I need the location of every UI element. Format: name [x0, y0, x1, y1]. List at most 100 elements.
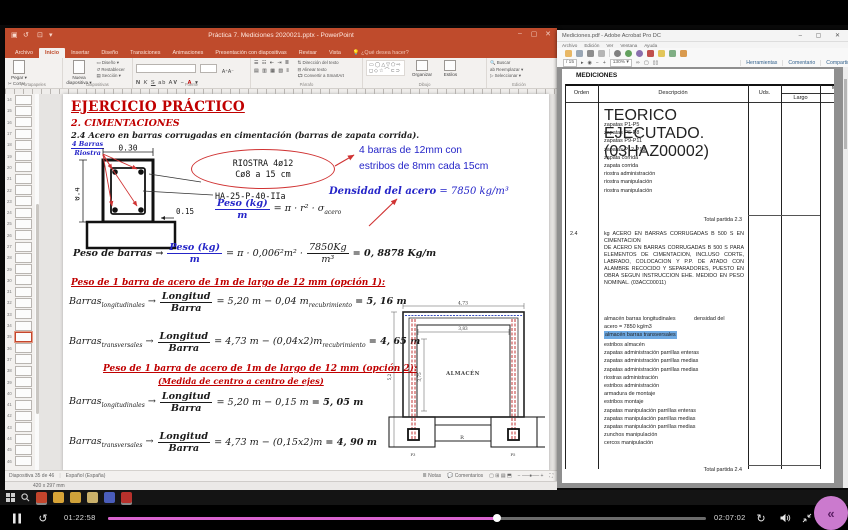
slide-thumbnail-21[interactable]: 21	[5, 173, 35, 184]
select-button[interactable]: ▷ Seleccionar ▾	[490, 73, 549, 80]
email-icon[interactable]	[598, 50, 605, 57]
align-buttons[interactable]: ▤ ▥ ▦ ▧ ⫴	[254, 68, 290, 74]
page-number-box[interactable]: / 15	[563, 59, 577, 67]
slide-thumbnail-24[interactable]: 24	[5, 207, 35, 218]
pause-button[interactable]	[8, 509, 26, 527]
tell-me-box[interactable]: 💡 ¿Qué desea hacer?	[347, 48, 415, 58]
slide-thumbnail-30[interactable]: 30	[5, 275, 35, 286]
zoom-out-icon[interactable]: −	[596, 60, 599, 66]
pdf-scrollbar[interactable]	[843, 67, 848, 488]
arrange-button[interactable]: Organizar	[409, 60, 435, 77]
pdf-viewport[interactable]: MEDICIONES Orden Descripción Uds. Largo …	[557, 67, 848, 488]
slide-thumbnail-40[interactable]: 40	[5, 388, 35, 399]
tab-inicio[interactable]: Inicio	[39, 48, 65, 58]
maximize-button[interactable]: ▢	[527, 30, 541, 38]
tab-archivo[interactable]: Archivo	[9, 48, 39, 58]
edit-pdf-icon[interactable]	[658, 50, 665, 57]
language-indicator[interactable]: Español (España)	[66, 473, 106, 479]
sign-icon[interactable]	[680, 50, 687, 57]
slide-thumbnail-25[interactable]: 25	[5, 218, 35, 229]
tab-presentación-con-diapositivas[interactable]: Presentación con diapositivas	[209, 48, 292, 58]
comment-icon[interactable]	[625, 50, 632, 57]
two-page-icon[interactable]: ▯▯	[653, 60, 659, 66]
fit-slide-icon[interactable]: ⛶	[549, 473, 553, 479]
taskbar-folder-2-icon[interactable]	[70, 492, 81, 503]
slide-thumbnail-39[interactable]: 39	[5, 376, 35, 387]
menu-ventana[interactable]: Ventana	[620, 43, 637, 48]
slide-thumbnail-37[interactable]: 37	[5, 354, 35, 365]
slide-thumbnail-29[interactable]: 29	[5, 263, 35, 274]
smartart-button[interactable]: ⮔ Convertir a SmartArt	[298, 73, 344, 80]
open-file-icon[interactable]	[565, 50, 572, 57]
panel-link-compartir[interactable]: Compartir	[820, 60, 848, 66]
slide-thumbnail-18[interactable]: 18	[5, 139, 35, 150]
view-buttons[interactable]: ▢ ⊞ ▤ ⬒	[489, 473, 512, 479]
slide-thumbnail-23[interactable]: 23	[5, 196, 35, 207]
slide-thumbnail-19[interactable]: 19	[5, 150, 35, 161]
slide-thumbnail-14[interactable]: 14	[5, 94, 35, 105]
slide-thumbnail-17[interactable]: 17	[5, 128, 35, 139]
acrobat-window-buttons[interactable]: – ▢ ✕	[799, 30, 846, 42]
menu-edición[interactable]: Edición	[584, 43, 599, 48]
tab-diseño[interactable]: Diseño	[95, 48, 124, 58]
zoom-slider[interactable]: − ──●── +	[518, 473, 544, 479]
side-panel-toggle-button[interactable]: «	[814, 496, 848, 530]
font-name-box[interactable]	[136, 64, 196, 73]
section-button[interactable]: ▤ Sección ▾	[96, 73, 124, 80]
rewind-button[interactable]: ↺	[34, 509, 52, 527]
seek-handle[interactable]	[493, 514, 501, 522]
powerpoint-titlebar[interactable]: ▣ ↺ ⊡ ▾ Práctica 7. Mediciones 2020021.p…	[5, 28, 557, 46]
tab-transiciones[interactable]: Transiciones	[124, 48, 166, 58]
slide-thumbnail-42[interactable]: 42	[5, 410, 35, 421]
slide-thumbnail-15[interactable]: 15	[5, 105, 35, 116]
slide-canvas[interactable]: EJERCICIO PRÁCTICO 2. CIMENTACIONES 2.4 …	[63, 94, 549, 471]
slide-thumbnail-38[interactable]: 38	[5, 365, 35, 376]
slide-thumbnail-41[interactable]: 41	[5, 399, 35, 410]
select-tool-icon[interactable]: ▸	[581, 60, 584, 66]
quick-styles-button[interactable]: Estilos	[439, 60, 461, 77]
menu-ayuda[interactable]: Ayuda	[644, 43, 657, 48]
shapes-gallery[interactable]: ▭◯△▽⬠⇨◻◇☆⌒⊂⊃	[366, 60, 405, 76]
slide-thumbnail-33[interactable]: 33	[5, 309, 35, 320]
slide-thumbnail-22[interactable]: 22	[5, 184, 35, 195]
print-icon[interactable]	[587, 50, 594, 57]
export-pdf-icon[interactable]	[647, 50, 654, 57]
volume-button[interactable]	[776, 509, 794, 527]
stamp-icon[interactable]	[614, 50, 621, 57]
create-pdf-icon[interactable]	[669, 50, 676, 57]
slide-thumbnail-34[interactable]: 34	[5, 320, 35, 331]
panel-link-comentario[interactable]: Comentario	[782, 60, 820, 66]
thumbnails-scrollbar[interactable]	[35, 94, 39, 470]
paste-button[interactable]: Pegar ▾	[8, 60, 30, 81]
highlight-icon[interactable]	[636, 50, 643, 57]
fit-width-icon[interactable]: ⬄	[636, 60, 640, 66]
taskbar-folder-1-icon[interactable]	[53, 492, 64, 503]
slide-thumbnail-31[interactable]: 31	[5, 286, 35, 297]
zoom-level-box[interactable]: 130% ▾	[610, 59, 632, 67]
taskbar-teams-icon[interactable]	[104, 492, 115, 503]
slide-thumbnail-43[interactable]: 43	[5, 422, 35, 433]
forward-button[interactable]: ↻	[752, 509, 770, 527]
slide-thumbnail-46[interactable]: 46	[5, 456, 35, 467]
seek-bar[interactable]	[108, 517, 706, 520]
grow-shrink-font-icon[interactable]: A⁺A⁻	[222, 69, 234, 75]
slide-thumbnail-32[interactable]: 32	[5, 297, 35, 308]
list-buttons[interactable]: ☰ ☷ ⇤ ⇥ ≣	[254, 60, 290, 66]
slide-thumbnail-20[interactable]: 20	[5, 162, 35, 173]
comments-button[interactable]: 💬 Comentarios	[447, 473, 483, 479]
menu-ver[interactable]: Ver	[606, 43, 613, 48]
taskbar-explorer-icon[interactable]	[87, 492, 98, 503]
tab-insertar[interactable]: Insertar	[65, 48, 95, 58]
taskbar-powerpoint-icon[interactable]	[36, 492, 47, 503]
font-size-box[interactable]	[200, 64, 217, 73]
zoom-in-icon[interactable]: +	[603, 60, 606, 66]
minimize-button[interactable]: –	[513, 30, 527, 37]
slide-thumbnail-35[interactable]: 35	[5, 331, 35, 342]
slide-thumbnail-44[interactable]: 44	[5, 433, 35, 444]
slide-thumbnail-36[interactable]: 36	[5, 343, 35, 354]
tab-animaciones[interactable]: Animaciones	[166, 48, 209, 58]
menu-archivo[interactable]: Archivo	[562, 43, 577, 48]
panel-link-herramientas[interactable]: Herramientas	[740, 60, 782, 66]
pdf-selected-row[interactable]: almacén barras transversales	[604, 331, 677, 339]
pdf-page[interactable]: MEDICIONES Orden Descripción Uds. Largo …	[562, 69, 834, 483]
